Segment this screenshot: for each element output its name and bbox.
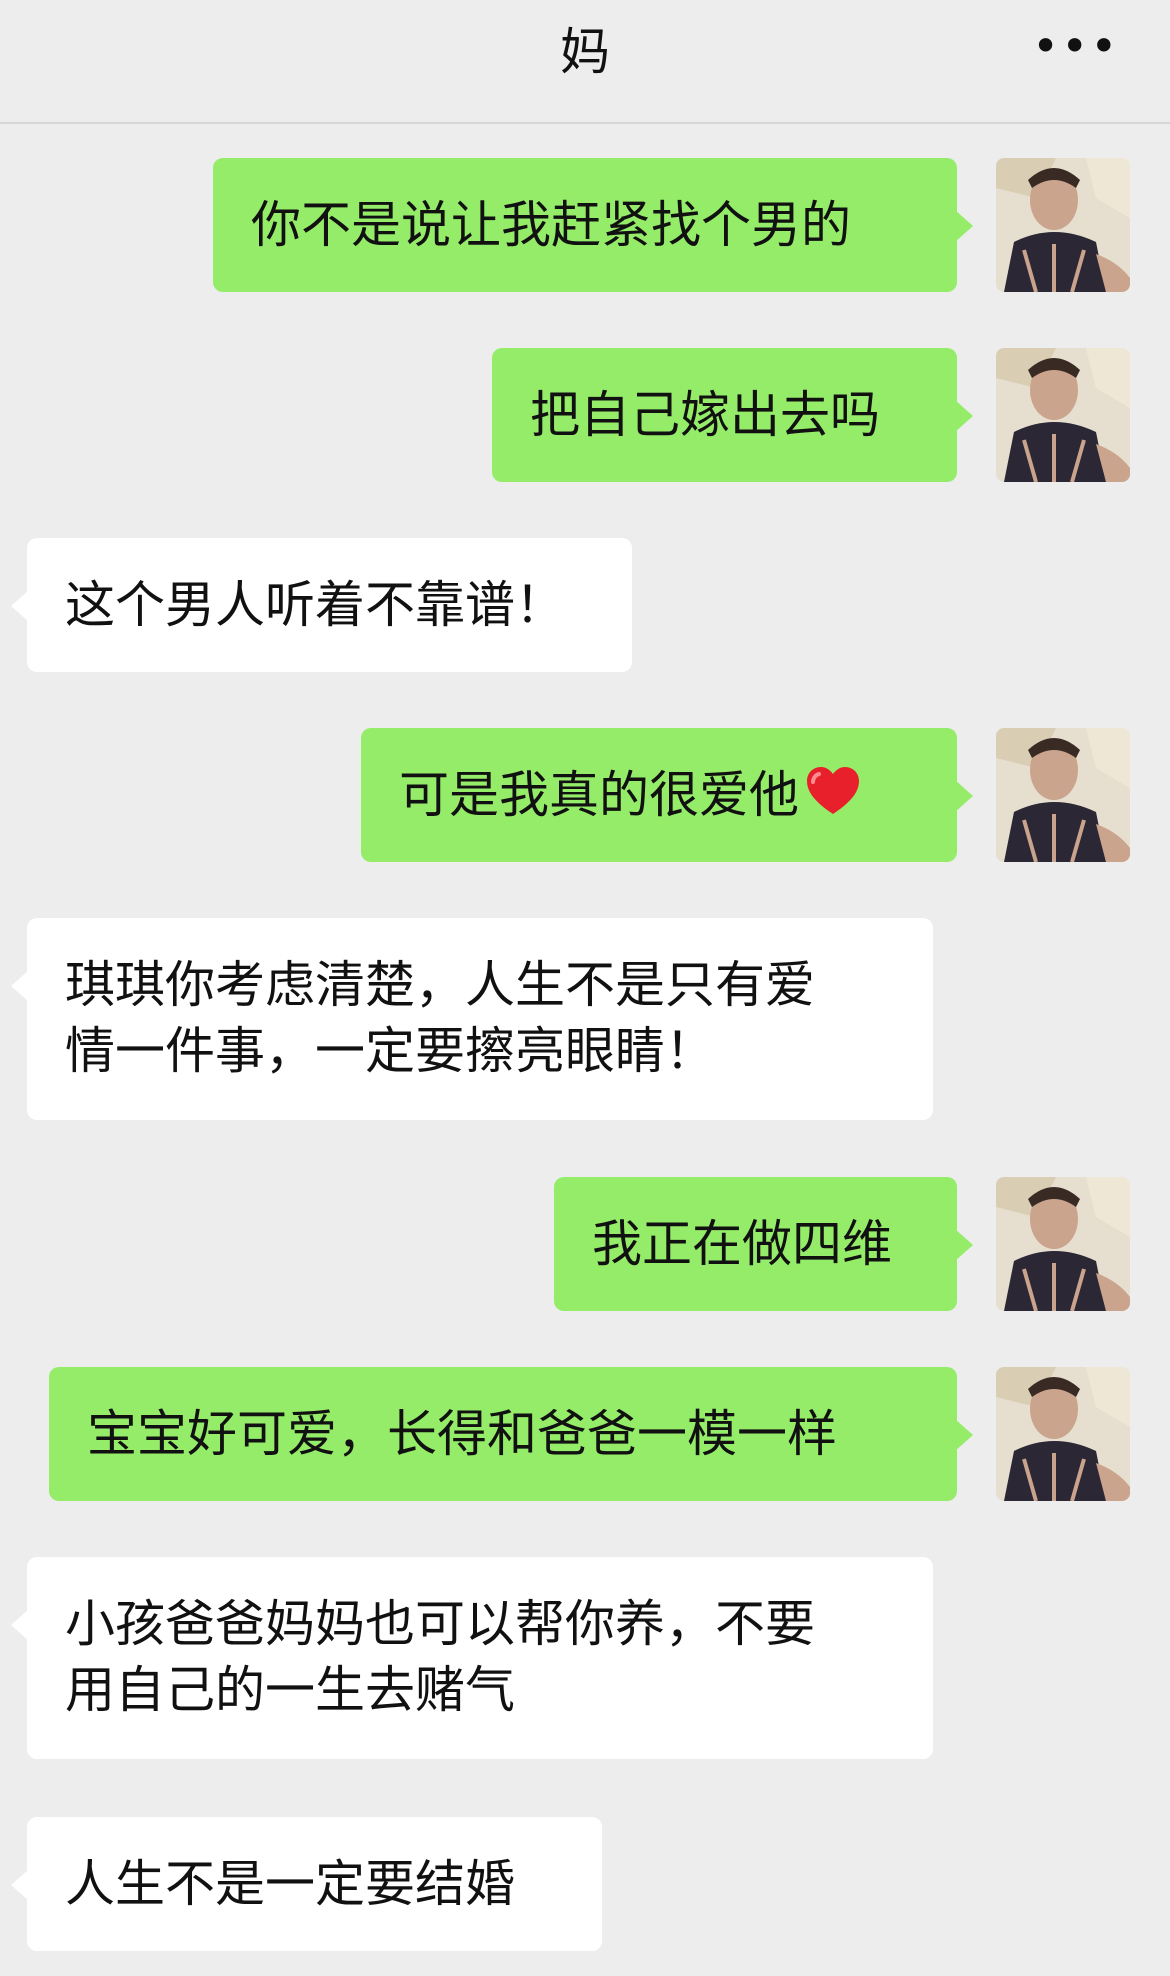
message-text-line: 琪琪你考虑清楚，人生不是只有爱 (65, 956, 815, 1014)
user-avatar[interactable] (996, 348, 1130, 482)
message-text: 我正在做四维 (592, 1215, 892, 1273)
user-avatar[interactable] (996, 158, 1130, 292)
message-bubble-received[interactable]: 人生不是一定要结婚 (11, 1817, 602, 1951)
red-heart-icon (807, 767, 859, 814)
user-avatar[interactable] (996, 728, 1130, 862)
chat-header: 妈 ••• (0, 0, 1170, 124)
message-bubble-received[interactable]: 小孩爸爸妈妈也可以帮你养，不要 用自己的一生去赌气 (11, 1557, 933, 1759)
more-options-icon[interactable]: ••• (1032, 22, 1117, 82)
message-text: 人生不是一定要结婚 (65, 1855, 515, 1913)
message-text: 可是我真的很爱他 (399, 762, 919, 828)
message-text-line: 小孩爸爸妈妈也可以帮你养，不要 (65, 1595, 815, 1653)
user-avatar[interactable] (996, 1177, 1130, 1311)
message-text-content: 可是我真的很爱他 (399, 766, 799, 824)
user-avatar[interactable] (996, 1367, 1130, 1501)
message-bubble-received[interactable]: 这个男人听着不靠谱！ (11, 538, 632, 672)
message-text-line: 用自己的一生去赌气 (65, 1661, 515, 1719)
message-bubble-sent[interactable]: 把自己嫁出去吗 (492, 348, 973, 482)
message-bubble-sent[interactable]: 你不是说让我赶紧找个男的 (213, 158, 973, 292)
message-text: 你不是说让我赶紧找个男的 (251, 196, 851, 254)
message-text: 宝宝好可爱，长得和爸爸一模一样 (87, 1405, 837, 1463)
chat-title: 妈 (560, 23, 610, 81)
message-text: 这个男人听着不靠谱！ (65, 576, 565, 634)
message-bubble-sent[interactable]: 可是我真的很爱他 (361, 728, 973, 862)
message-text: 把自己嫁出去吗 (530, 386, 880, 444)
message-bubble-sent[interactable]: 宝宝好可爱，长得和爸爸一模一样 (49, 1367, 973, 1501)
message-bubble-received[interactable]: 琪琪你考虑清楚，人生不是只有爱 情一件事，一定要擦亮眼睛！ (11, 918, 933, 1120)
message-bubble-sent[interactable]: 我正在做四维 (554, 1177, 973, 1311)
message-text-line: 情一件事，一定要擦亮眼睛！ (65, 1022, 715, 1080)
